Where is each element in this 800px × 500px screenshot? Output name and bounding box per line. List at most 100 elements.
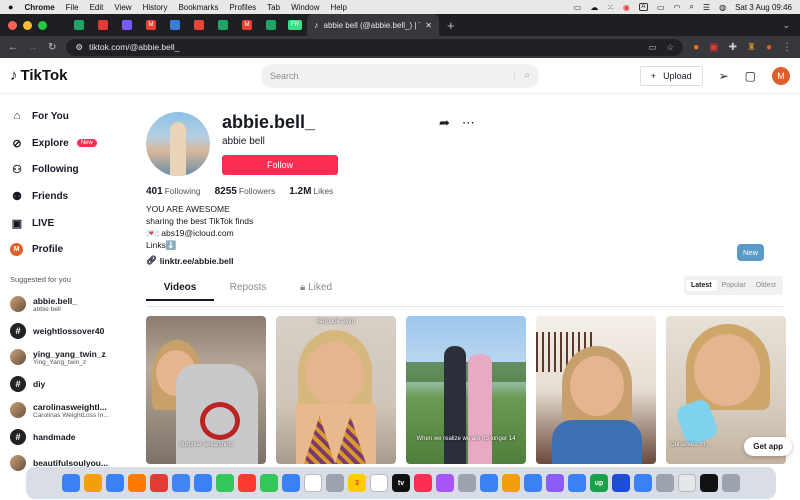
- close-window-button[interactable]: [8, 20, 17, 30]
- close-tab-icon[interactable]: ✕: [425, 21, 432, 30]
- dock-app-icon[interactable]: [260, 474, 278, 492]
- sidebar-item-for-you[interactable]: ⌂ For You: [10, 103, 130, 130]
- inbox-send-icon[interactable]: ➢: [719, 69, 729, 83]
- sidebar-item-explore[interactable]: ⊘ Explore New: [10, 130, 130, 157]
- pinned-tab[interactable]: FR: [283, 14, 307, 36]
- video-thumbnail[interactable]: [536, 316, 656, 464]
- address-bar[interactable]: ⚙ tiktok.com/@abbie.bell_ ▭ ☆: [66, 38, 684, 56]
- tab-videos[interactable]: Videos: [146, 282, 214, 301]
- upload-button[interactable]: + Upload: [639, 65, 703, 86]
- menu-window[interactable]: Window: [291, 3, 319, 12]
- dock-app-icon[interactable]: [304, 474, 322, 492]
- upwork-icon[interactable]: up: [590, 474, 608, 492]
- dock-app-icon[interactable]: [216, 474, 234, 492]
- pinned-tab[interactable]: [67, 14, 91, 36]
- stat-likes[interactable]: 1.2M Likes: [289, 186, 333, 197]
- dock-app-icon[interactable]: [194, 474, 212, 492]
- menu-tab[interactable]: Tab: [267, 3, 280, 12]
- minimize-window-button[interactable]: [23, 20, 32, 30]
- reload-icon[interactable]: ↻: [48, 42, 56, 53]
- menu-profiles[interactable]: Profiles: [229, 3, 256, 12]
- cast-icon[interactable]: ▭: [648, 42, 656, 53]
- status-cursor-icon[interactable]: ▭: [574, 3, 582, 12]
- search-icon[interactable]: ⌕: [514, 70, 530, 81]
- menubar-clock[interactable]: Sat 3 Aug 09:46: [735, 3, 792, 12]
- dock-app-icon[interactable]: [62, 474, 80, 492]
- suggested-account[interactable]: abbie.bell_ abbie bell: [10, 291, 130, 318]
- suggested-account[interactable]: ying_yang_twin_z Ying_Yang_twin_z: [10, 344, 130, 371]
- dock-app-icon[interactable]: [480, 474, 498, 492]
- dock-app-icon[interactable]: [414, 474, 432, 492]
- video-thumbnail[interactable]: Surprise sweatshirts: [146, 316, 266, 464]
- menu-view[interactable]: View: [114, 3, 131, 12]
- dock-app-icon[interactable]: [150, 474, 168, 492]
- dock-app-icon[interactable]: [634, 474, 652, 492]
- menu-file[interactable]: File: [66, 3, 79, 12]
- sidebar-item-live[interactable]: ▣ LIVE: [10, 210, 130, 237]
- url-text[interactable]: tiktok.com/@abbie.bell_: [89, 42, 179, 52]
- sort-latest[interactable]: Latest: [686, 280, 717, 291]
- dock-app-icon[interactable]: [458, 474, 476, 492]
- extension-badge-icon[interactable]: ▣: [709, 42, 718, 53]
- extension-colorful-icon[interactable]: ●: [693, 42, 699, 53]
- dock-app-icon[interactable]: [612, 474, 630, 492]
- dock-app-icon[interactable]: [436, 474, 454, 492]
- stat-following[interactable]: 401 Following: [146, 186, 201, 197]
- sidebar-item-profile[interactable]: M Profile: [10, 236, 130, 263]
- tiktok-logo[interactable]: ♪ TikTok: [10, 67, 261, 84]
- pinned-tab[interactable]: [115, 14, 139, 36]
- sidebar-item-friends[interactable]: ⚉ Friends: [10, 183, 130, 210]
- dock-app-icon[interactable]: [678, 474, 696, 492]
- search-input[interactable]: Search ⌕: [261, 63, 539, 88]
- video-thumbnail[interactable]: Bernook swim: [276, 316, 396, 464]
- extensions-puzzle-icon[interactable]: ✚: [729, 42, 737, 53]
- suggested-account[interactable]: # handmade: [10, 424, 130, 451]
- status-battery-icon[interactable]: ▭: [657, 3, 665, 12]
- dock-app-icon[interactable]: [238, 474, 256, 492]
- suggested-account[interactable]: # weightlossover40: [10, 318, 130, 345]
- tab-search-chevron-icon[interactable]: ⌄: [782, 20, 790, 31]
- sidebar-item-following[interactable]: ⚇ Following: [10, 156, 130, 183]
- sort-popular[interactable]: Popular: [717, 280, 751, 291]
- bookmark-star-icon[interactable]: ☆: [666, 42, 674, 53]
- suggested-account[interactable]: carolinasweightl... Carolinas WeightLoss …: [10, 397, 130, 424]
- dock-app-icon[interactable]: [370, 474, 388, 492]
- dock-app-icon[interactable]: [84, 474, 102, 492]
- menu-edit[interactable]: Edit: [90, 3, 104, 12]
- apple-tv-icon[interactable]: tv: [392, 474, 410, 492]
- dock-app-icon[interactable]: [546, 474, 564, 492]
- sort-oldest[interactable]: Oldest: [751, 280, 781, 291]
- dock-app-icon[interactable]: [106, 474, 124, 492]
- video-thumbnail[interactable]: When we realize we are no longer 14: [406, 316, 526, 464]
- stat-followers[interactable]: 8255 Followers: [215, 186, 276, 197]
- profile-avatar[interactable]: [146, 112, 210, 176]
- user-avatar[interactable]: M: [772, 66, 790, 85]
- status-input-source[interactable]: A: [638, 3, 648, 11]
- active-tab[interactable]: ♪ abbie bell (@abbie.bell_) | TikTok ✕: [307, 14, 439, 36]
- zoom-window-button[interactable]: [38, 20, 47, 30]
- pinned-tab[interactable]: [91, 14, 115, 36]
- messages-icon[interactable]: ▢: [745, 69, 756, 83]
- status-record-icon[interactable]: ◉: [623, 3, 630, 12]
- status-siri-icon[interactable]: ◍: [719, 3, 726, 12]
- dock-app-icon[interactable]: [700, 474, 718, 492]
- dock-app-icon[interactable]: [172, 474, 190, 492]
- status-search-icon[interactable]: ⌕: [689, 2, 693, 12]
- menu-history[interactable]: History: [143, 3, 168, 12]
- follow-button[interactable]: Follow: [222, 155, 338, 175]
- tab-liked[interactable]: 🔒︎ Liked: [282, 282, 350, 299]
- menu-bookmarks[interactable]: Bookmarks: [178, 3, 218, 12]
- dock-app-icon[interactable]: [502, 474, 520, 492]
- pinned-tab[interactable]: [259, 14, 283, 36]
- share-icon[interactable]: ➦: [439, 115, 450, 131]
- menu-help[interactable]: Help: [331, 3, 347, 12]
- pinned-tab[interactable]: [211, 14, 235, 36]
- dock-app-icon[interactable]: [656, 474, 674, 492]
- pinned-tab[interactable]: [187, 14, 211, 36]
- dock-app-icon[interactable]: [524, 474, 542, 492]
- pinned-tab[interactable]: [163, 14, 187, 36]
- pinned-tab[interactable]: M: [235, 14, 259, 36]
- profile-avatar-icon[interactable]: ●: [766, 42, 772, 53]
- site-info-icon[interactable]: ⚙: [75, 42, 83, 53]
- get-app-button[interactable]: Get app: [744, 437, 792, 456]
